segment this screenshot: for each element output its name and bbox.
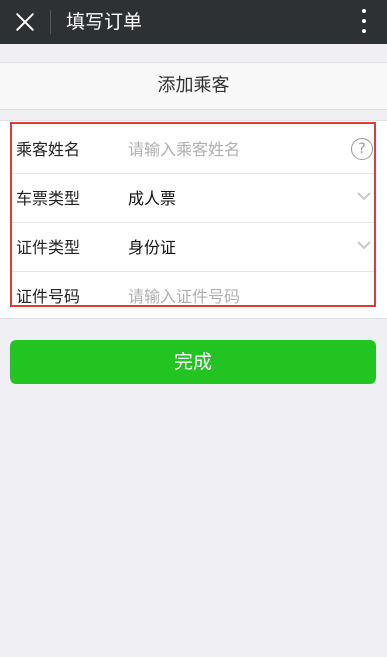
chevron-down-icon[interactable] [357, 240, 371, 250]
id-type-row[interactable]: 证件类型 身份证 [10, 223, 377, 272]
id-type-select[interactable]: 身份证 [128, 223, 176, 272]
ticket-type-select[interactable]: 成人票 [128, 174, 176, 223]
ticket-type-row[interactable]: 车票类型 成人票 [10, 174, 377, 223]
passenger-name-input[interactable]: 请输入乘客姓名 [128, 125, 240, 174]
chevron-down-icon[interactable] [357, 191, 371, 201]
passenger-form: 乘客姓名 请输入乘客姓名 ? 车票类型 成人票 证件类型 身份证 证件号码 请输… [0, 120, 387, 319]
id-type-label: 证件类型 [16, 238, 81, 257]
header-divider [50, 10, 51, 34]
done-button[interactable]: 完成 [10, 340, 376, 384]
passenger-name-label: 乘客姓名 [16, 140, 81, 159]
id-number-row[interactable]: 证件号码 请输入证件号码 [10, 272, 377, 321]
id-number-label: 证件号码 [16, 287, 81, 306]
passenger-name-row[interactable]: 乘客姓名 请输入乘客姓名 ? [10, 125, 377, 174]
close-icon[interactable] [10, 7, 40, 37]
id-number-input[interactable]: 请输入证件号码 [128, 272, 240, 321]
more-vertical-icon[interactable] [359, 9, 369, 35]
help-icon[interactable]: ? [351, 138, 373, 160]
ticket-type-label: 车票类型 [16, 189, 81, 208]
add-passenger-button[interactable]: 添加乘客 [0, 62, 387, 110]
top-bar: 填写订单 [0, 0, 387, 44]
page-title: 填写订单 [66, 11, 143, 33]
